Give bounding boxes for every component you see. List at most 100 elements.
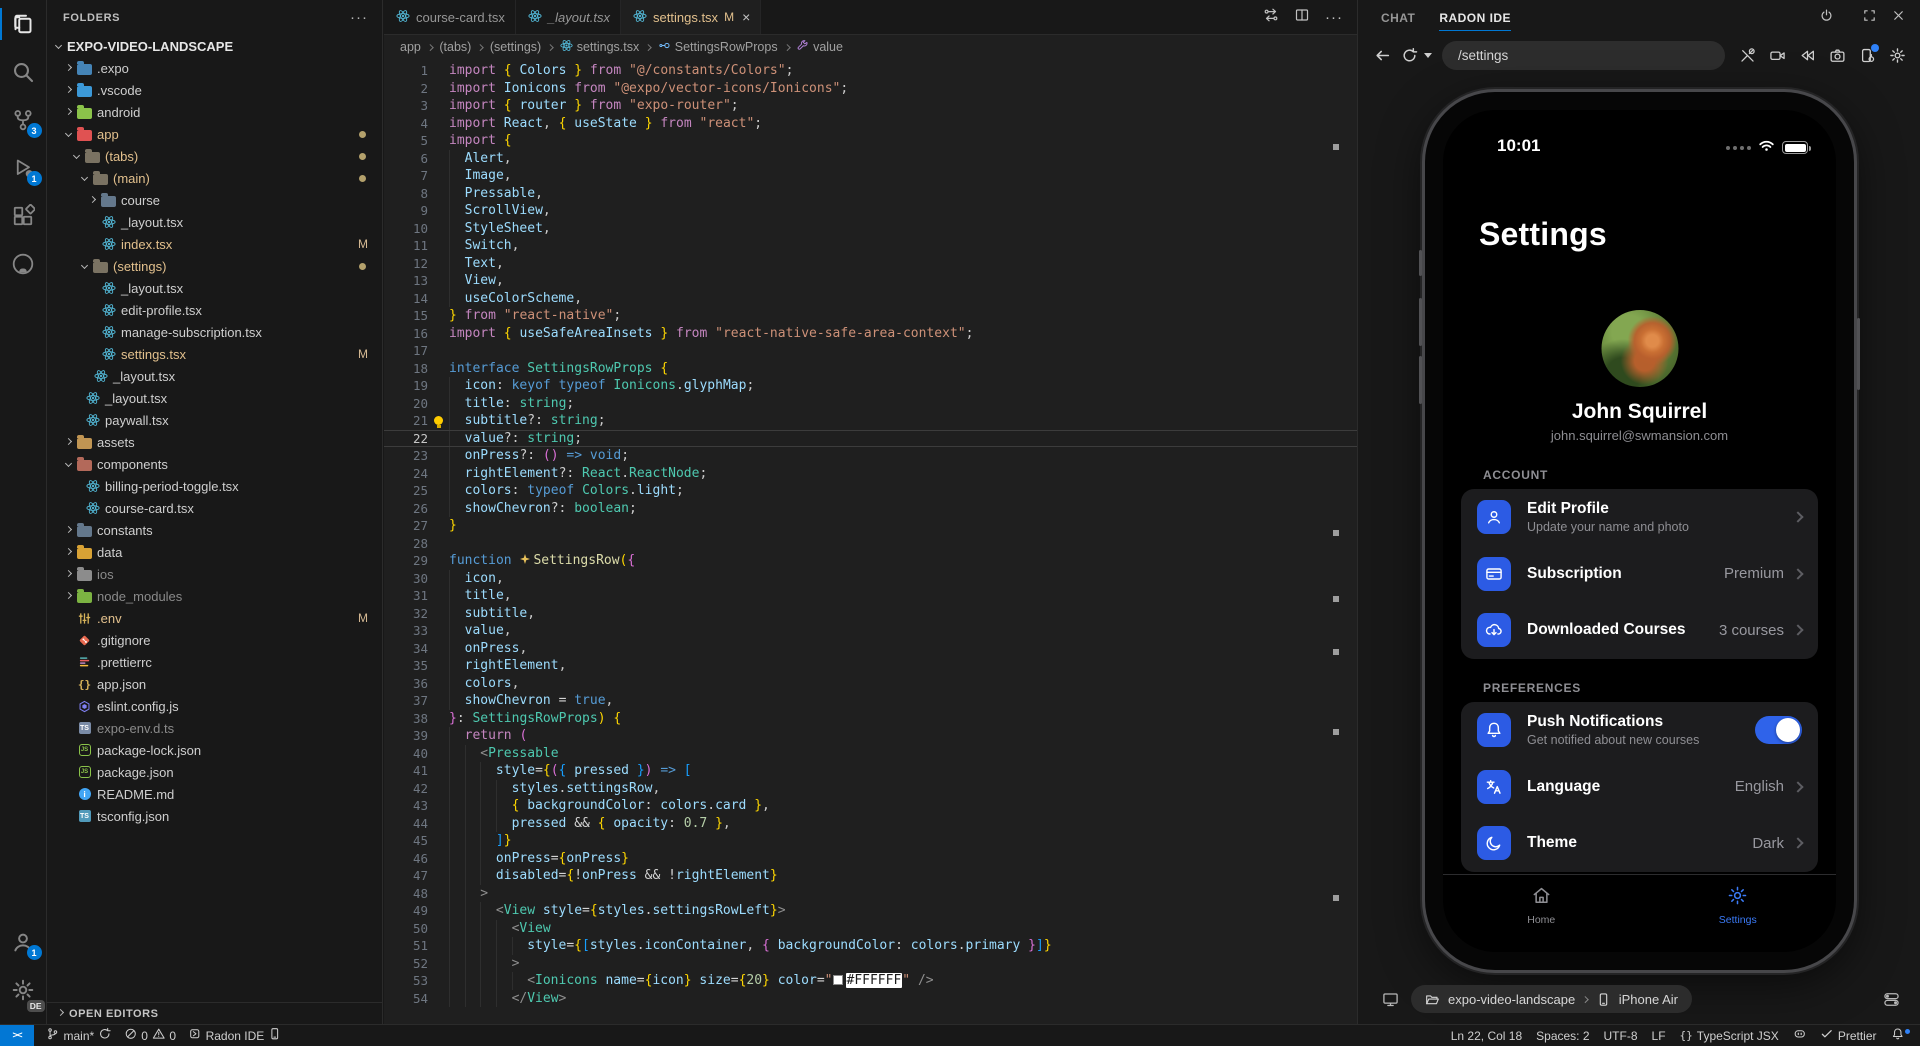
tree-item-settings-tsx[interactable]: settings.tsxM [47,343,382,365]
back-icon[interactable] [1374,47,1391,64]
tree-item-paywall-tsx[interactable]: paywall.tsx [47,409,382,431]
panel-tab-chat[interactable]: CHAT [1381,0,1415,36]
encoding[interactable]: UTF-8 [1604,1029,1638,1043]
panel-tab-radon-ide[interactable]: RADON IDE [1439,0,1511,36]
formatter[interactable]: Prettier [1820,1027,1876,1044]
tree-item--vscode[interactable]: .vscode [47,79,382,101]
breadcrumb--tabs-[interactable]: (tabs) [439,40,471,54]
screenshot-icon[interactable] [1829,47,1846,64]
tree-item-billing-period-toggle-tsx[interactable]: billing-period-toggle.tsx [47,475,382,497]
tree-item-data[interactable]: data [47,541,382,563]
breadcrumb-app[interactable]: app [400,40,421,54]
activity-search[interactable] [0,48,47,96]
activity-extensions[interactable] [0,192,47,240]
activity-manage[interactable]: DE [0,966,47,1014]
screen-recording-icon[interactable] [1769,47,1786,64]
phone-tab-home[interactable]: Home [1501,884,1581,926]
tree-item-package-json[interactable]: JSpackage.json [47,761,382,783]
eol[interactable]: LF [1652,1029,1666,1043]
breadcrumb--settings-[interactable]: (settings) [490,40,541,54]
tree-item-ios[interactable]: ios [47,563,382,585]
device-selector[interactable]: expo-video-landscape iPhone Air [1411,985,1692,1013]
breadcrumb-settingsrowprops[interactable]: SettingsRowProps [658,39,778,55]
notifications[interactable] [1891,1027,1911,1044]
tree-item-readme-md[interactable]: iREADME.md [47,783,382,805]
copilot[interactable] [1793,1027,1807,1044]
open-changes-icon[interactable] [1263,7,1279,28]
device-screen[interactable]: 10:01 Settings John Squirrel john.squirr… [1443,110,1836,952]
reload-dropdown-icon[interactable] [1424,53,1432,58]
tree-item-eslint-config-js[interactable]: eslint.config.js [47,695,382,717]
indentation[interactable]: Spaces: 2 [1536,1029,1589,1043]
tree-item-node-modules[interactable]: node_modules [47,585,382,607]
route-url-field[interactable]: /settings [1442,41,1725,70]
tree-item--layout-tsx[interactable]: _layout.tsx [47,211,382,233]
tree-item-course[interactable]: course [47,189,382,211]
activity-run-debug[interactable]: 1 [0,144,47,192]
tree-item-package-lock-json[interactable]: JSpackage-lock.json [47,739,382,761]
activity-explorer[interactable] [0,0,47,48]
cursor-position[interactable]: Ln 22, Col 18 [1451,1029,1522,1043]
tab--layout-tsx[interactable]: _layout.tsx [516,0,621,34]
tree-item-tsconfig-json[interactable]: TStsconfig.json [47,805,382,827]
git-branch[interactable]: main* [46,1027,112,1044]
code-editor[interactable]: 1import { Colors } from "@/constants/Col… [384,62,1343,1024]
split-editor-icon[interactable] [1294,7,1310,28]
settings-row-language[interactable]: LanguageEnglish [1461,759,1818,816]
device-permissions-icon[interactable] [1859,47,1876,64]
device-settings-icon[interactable] [1883,991,1900,1008]
tree-item-course-card-tsx[interactable]: course-card.tsx [47,497,382,519]
panel-settings-icon[interactable] [1889,47,1906,64]
radon-ide[interactable]: Radon IDE [188,1027,282,1044]
lightbulb-icon[interactable] [434,416,443,425]
activity-github[interactable] [0,240,47,288]
tree-item-expo-env-d-ts[interactable]: TSexpo-env.d.ts [47,717,382,739]
tree-item-android[interactable]: android [47,101,382,123]
tree-item--main-[interactable]: (main) [47,167,382,189]
display-icon[interactable] [1382,991,1399,1008]
tree-item--tabs-[interactable]: (tabs) [47,145,382,167]
tree-item-edit-profile-tsx[interactable]: edit-profile.tsx [47,299,382,321]
breadcrumb-value[interactable]: value [796,39,843,55]
tree-item--settings-[interactable]: (settings) [47,255,382,277]
tree-item-assets[interactable]: assets [47,431,382,453]
settings-row-subscription[interactable]: SubscriptionPremium [1461,546,1818,603]
folders-more-icon[interactable]: ··· [350,9,368,26]
close-icon[interactable]: × [742,9,750,25]
settings-row-theme[interactable]: ThemeDark [1461,815,1818,872]
remote-indicator[interactable]: >< [0,1025,34,1046]
restore-icon[interactable] [1862,8,1877,28]
settings-row-push-notifications[interactable]: Push NotificationsGet notified about new… [1461,702,1818,759]
phone-tab-settings[interactable]: Settings [1698,884,1778,926]
tree-item-app-json[interactable]: {}app.json [47,673,382,695]
tree-item-constants[interactable]: constants [47,519,382,541]
replay-icon[interactable] [1799,47,1816,64]
tree-item--gitignore[interactable]: .gitignore [47,629,382,651]
settings-row-downloaded-courses[interactable]: Downloaded Courses3 courses [1461,602,1818,659]
close-panel-icon[interactable] [1891,8,1906,28]
tree-item--expo[interactable]: .expo [47,57,382,79]
breadcrumb-settings-tsx[interactable]: settings.tsx [560,39,640,55]
tree-item--env[interactable]: .envM [47,607,382,629]
power-icon[interactable] [1819,8,1834,28]
explorer-root-folder[interactable]: EXPO-VIDEO-LANDSCAPE [47,35,382,57]
settings-row-edit-profile[interactable]: Edit ProfileUpdate your name and photo [1461,489,1818,546]
problems[interactable]: 00 [124,1027,176,1044]
tree-item-app[interactable]: app [47,123,382,145]
language-mode[interactable]: {}TypeScript JSX [1680,1029,1779,1043]
tree-item--layout-tsx[interactable]: _layout.tsx [47,365,382,387]
reload-icon[interactable] [1401,47,1418,64]
activity-source-control[interactable]: 3 [0,96,47,144]
tree-item-manage-subscription-tsx[interactable]: manage-subscription.tsx [47,321,382,343]
activity-accounts[interactable]: 1 [0,918,47,966]
tree-item--prettierrc[interactable]: .prettierrc [47,651,382,673]
more-actions-icon[interactable]: ··· [1325,9,1343,26]
tab-settings-tsx[interactable]: settings.tsxM× [621,0,761,34]
dev-tools-icon[interactable] [1739,47,1756,64]
tab-course-card-tsx[interactable]: course-card.tsx [384,0,516,34]
tree-item-components[interactable]: components [47,453,382,475]
push-notifications-toggle[interactable] [1755,716,1802,744]
tree-item--layout-tsx[interactable]: _layout.tsx [47,387,382,409]
tree-item-index-tsx[interactable]: index.tsxM [47,233,382,255]
tree-item--layout-tsx[interactable]: _layout.tsx [47,277,382,299]
